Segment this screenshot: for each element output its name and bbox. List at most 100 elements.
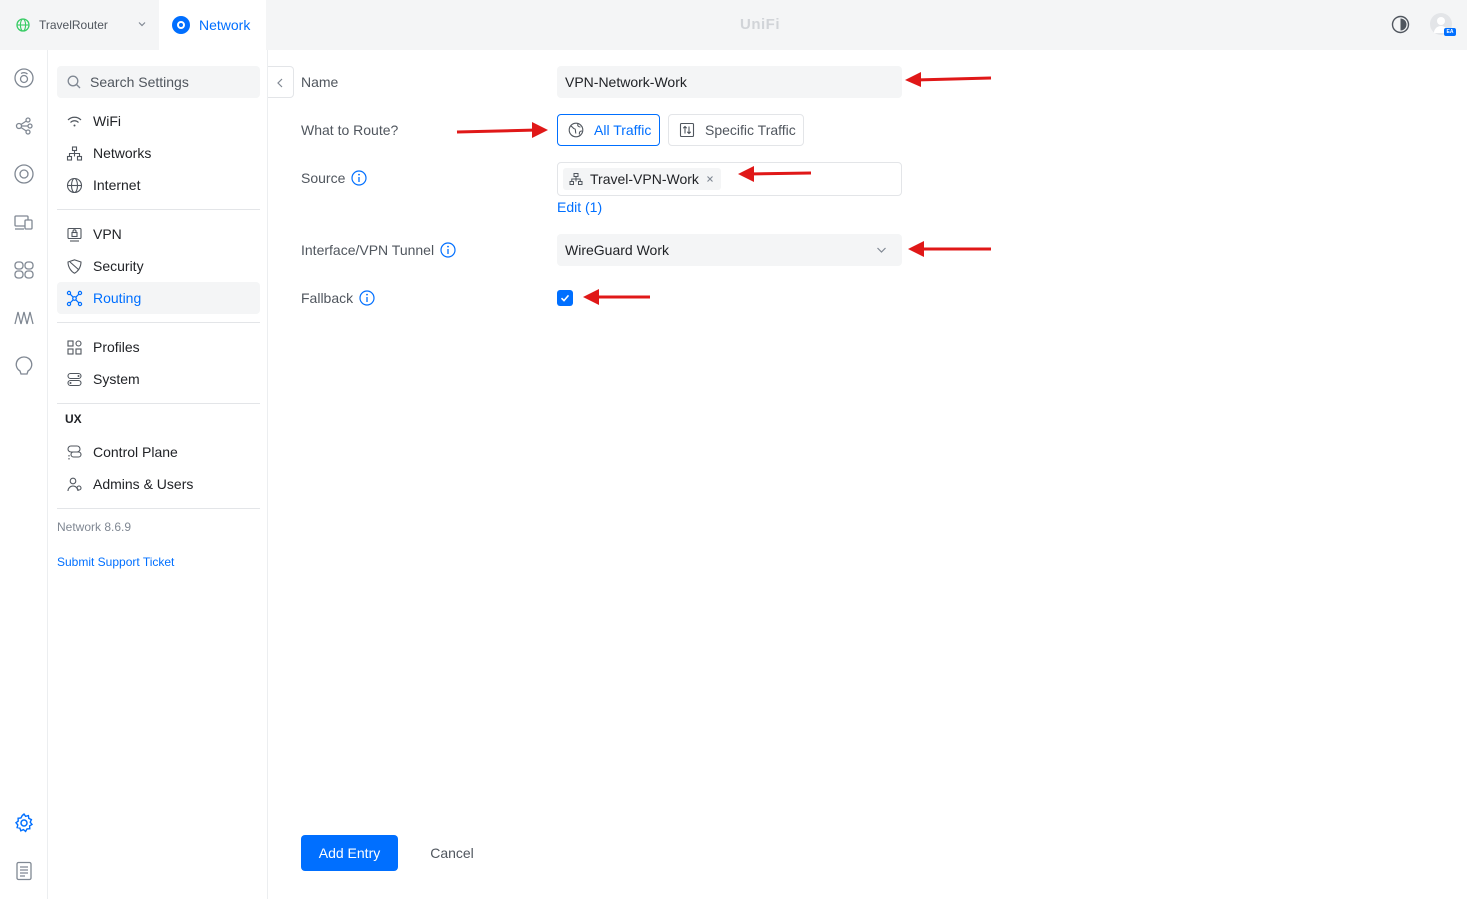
globe-icon xyxy=(568,122,584,138)
add-entry-button[interactable]: Add Entry xyxy=(301,835,398,871)
sidebar-item-label: Routing xyxy=(93,290,142,306)
wifi-icon xyxy=(67,116,82,126)
control-plane-icon xyxy=(67,444,82,460)
dashboard-icon[interactable] xyxy=(13,67,35,89)
interface-label: Interface/VPN Tunnel xyxy=(301,242,456,258)
networks-icon xyxy=(66,145,83,161)
cancel-button[interactable]: Cancel xyxy=(416,835,488,871)
settings-icon[interactable] xyxy=(13,812,35,834)
sidebar-item-control-plane[interactable]: Control Plane xyxy=(57,436,260,468)
source-multiselect[interactable]: Travel-VPN-Work xyxy=(557,162,902,196)
fallback-checkbox[interactable] xyxy=(557,290,573,306)
chevron-down-icon xyxy=(138,22,146,27)
specific-traffic-label: Specific Traffic xyxy=(705,122,796,138)
source-label: Source xyxy=(301,170,367,186)
theme-toggle-icon[interactable] xyxy=(1391,15,1410,34)
info-icon[interactable] xyxy=(359,290,375,306)
interface-vpn-tunnel-select[interactable]: WireGuard Work xyxy=(557,234,902,266)
info-icon[interactable] xyxy=(351,170,367,186)
collapse-sidebar-button[interactable] xyxy=(268,66,294,98)
chevron-left-icon xyxy=(277,78,283,88)
name-input-value: VPN-Network-Work xyxy=(565,74,687,90)
topology-icon[interactable] xyxy=(13,115,35,137)
internet-globe-icon xyxy=(66,177,83,193)
shield-icon xyxy=(67,258,82,274)
interface-select-value: WireGuard Work xyxy=(565,242,669,258)
sidebar-item-profiles[interactable]: Profiles xyxy=(57,331,260,363)
network-icon xyxy=(569,173,583,185)
logs-icon[interactable] xyxy=(13,860,35,882)
name-label: Name xyxy=(301,74,338,90)
system-icon xyxy=(67,372,82,386)
route-label: What to Route? xyxy=(301,122,398,138)
top-bar: TravelRouter Network UniFi EA xyxy=(0,0,1467,50)
source-edit-link[interactable]: Edit (1) xyxy=(557,199,602,215)
sidebar-item-label: Internet xyxy=(93,177,141,193)
network-app-tab[interactable]: Network xyxy=(159,0,266,50)
app-nav-rail xyxy=(0,50,48,899)
source-chip-label: Travel-VPN-Work xyxy=(590,171,699,187)
search-settings-input[interactable]: Search Settings xyxy=(57,66,260,98)
sidebar-item-networks[interactable]: Networks xyxy=(57,137,260,169)
alerts-icon[interactable] xyxy=(13,355,35,377)
avatar-badge: EA xyxy=(1444,28,1456,36)
sidebar-item-label: Networks xyxy=(93,145,152,161)
insights-icon[interactable] xyxy=(13,307,35,329)
avatar-head xyxy=(1437,17,1445,25)
fallback-label: Fallback xyxy=(301,290,375,306)
source-chip: Travel-VPN-Work xyxy=(563,168,721,190)
sidebar-divider xyxy=(57,403,260,404)
sidebar-item-wifi[interactable]: WiFi xyxy=(57,105,260,137)
search-placeholder: Search Settings xyxy=(90,74,189,90)
specific-traffic-option[interactable]: Specific Traffic xyxy=(668,114,804,146)
annotation-arrow-icon xyxy=(583,289,650,305)
sidebar-item-label: VPN xyxy=(93,226,122,242)
site-name: TravelRouter xyxy=(39,18,108,32)
sidebar-divider xyxy=(57,209,260,210)
all-traffic-option[interactable]: All Traffic xyxy=(557,114,660,146)
settings-sidebar: Search Settings WiFi Networks Internet V… xyxy=(49,50,268,899)
name-input[interactable]: VPN-Network-Work xyxy=(557,66,902,98)
unifi-logo: UniFi xyxy=(740,16,780,33)
name-label-text: Name xyxy=(301,74,339,90)
annotation-arrow-icon xyxy=(905,72,992,87)
interface-label-text: Interface/VPN Tunnel xyxy=(301,242,435,258)
sidebar-divider xyxy=(57,508,260,509)
app-version: Network 8.6.9 xyxy=(57,520,132,534)
route-label-text: What to Route? xyxy=(301,122,399,138)
app-name: Network xyxy=(199,17,251,33)
sidebar-item-label: System xyxy=(93,371,140,387)
chevron-down-icon xyxy=(877,247,886,253)
site-switcher[interactable]: TravelRouter xyxy=(0,0,159,50)
sidebar-item-admins-users[interactable]: Admins & Users xyxy=(57,468,260,500)
checkmark-icon xyxy=(560,294,570,302)
routing-icon xyxy=(66,290,83,306)
ux-section-title: UX xyxy=(65,412,82,426)
devices-icon[interactable] xyxy=(13,163,35,185)
fallback-label-text: Fallback xyxy=(301,290,354,306)
network-app-icon xyxy=(172,16,190,34)
sidebar-item-label: Admins & Users xyxy=(93,476,194,492)
close-icon[interactable] xyxy=(703,172,717,186)
annotation-arrow-icon xyxy=(456,122,548,138)
submit-support-ticket-link[interactable]: Submit Support Ticket xyxy=(57,555,174,569)
site-globe-icon xyxy=(16,18,30,32)
sidebar-item-vpn[interactable]: VPN xyxy=(57,218,260,250)
sidebar-item-routing[interactable]: Routing xyxy=(57,282,260,314)
sidebar-divider xyxy=(57,322,260,323)
user-avatar[interactable]: EA xyxy=(1430,13,1456,37)
ports-icon[interactable] xyxy=(13,259,35,281)
source-label-text: Source xyxy=(301,170,346,186)
sidebar-item-label: WiFi xyxy=(93,113,121,129)
client-devices-icon[interactable] xyxy=(13,211,35,233)
search-icon xyxy=(67,75,81,89)
sidebar-item-label: Control Plane xyxy=(93,444,178,460)
sidebar-item-label: Security xyxy=(93,258,144,274)
sidebar-item-internet[interactable]: Internet xyxy=(57,169,260,201)
vpn-icon xyxy=(67,227,82,242)
annotation-arrow-icon xyxy=(908,241,991,257)
all-traffic-label: All Traffic xyxy=(594,122,652,138)
sidebar-item-security[interactable]: Security xyxy=(57,250,260,282)
info-icon[interactable] xyxy=(440,242,456,258)
sidebar-item-system[interactable]: System xyxy=(57,363,260,395)
